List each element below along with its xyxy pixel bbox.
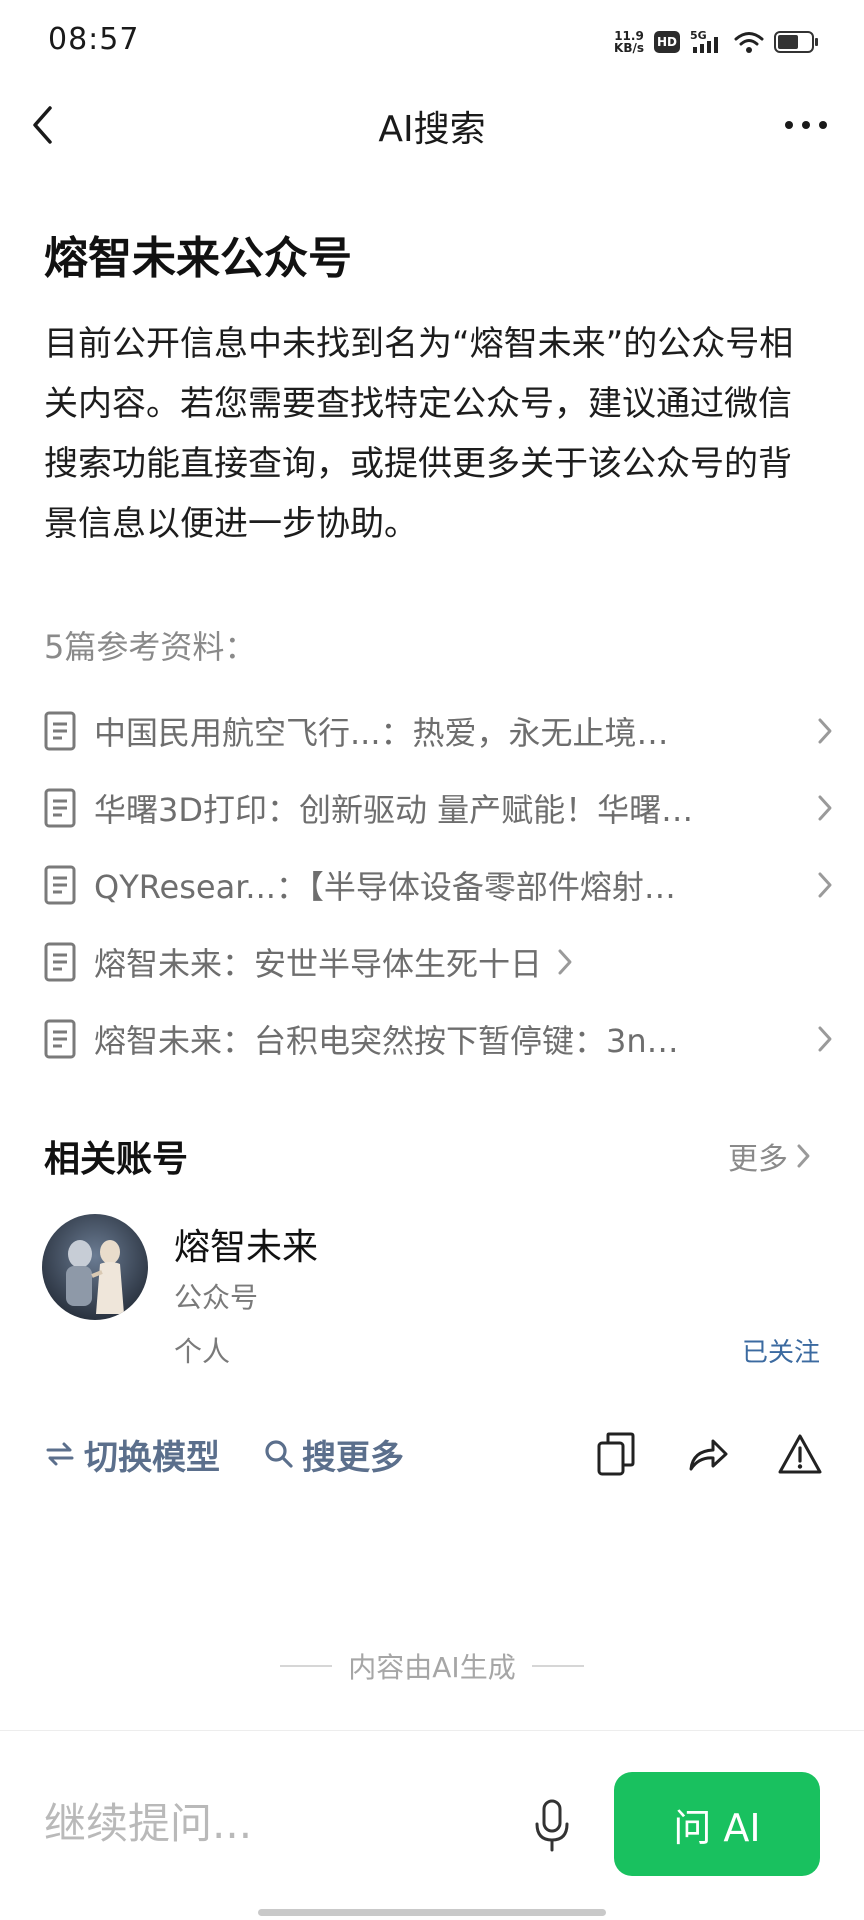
follow-up-input[interactable]: 继续提问... <box>44 1790 252 1851</box>
ask-ai-button[interactable]: 问 AI <box>614 1772 820 1876</box>
ai-generated-note: 内容由AI生成 <box>0 1646 864 1686</box>
swap-icon <box>46 1442 74 1466</box>
voice-input-button[interactable] <box>530 1796 574 1856</box>
document-icon <box>44 942 76 981</box>
chevron-right-icon <box>797 1144 810 1168</box>
follow-status[interactable]: 已关注 <box>742 1332 820 1369</box>
status-time: 08:57 <box>48 22 140 57</box>
reference-item[interactable]: 华曙3D打印：创新驱动 量产赋能！华曙… <box>44 769 834 846</box>
reference-title: QYResear...：【半导体设备零部件熔射… <box>94 867 676 906</box>
status-icons: 11.9 KB/s HD 5G <box>614 22 818 62</box>
divider <box>531 1665 584 1667</box>
reference-title: 熔智未来：台积电突然按下暂停键：3n… <box>94 1021 679 1060</box>
hd-badge: HD <box>654 31 680 53</box>
network-type: 5G <box>690 29 707 42</box>
reference-title: 中国民用航空飞行...：热爱，永无止境… <box>94 713 669 752</box>
references-heading: 5篇参考资料： <box>44 628 257 666</box>
answer-title: 熔智未来公众号 <box>44 233 352 284</box>
chevron-right-icon <box>818 795 832 820</box>
account-owner: 个人 <box>174 1335 231 1368</box>
ai-generated-label: 内容由AI生成 <box>348 1651 516 1684</box>
account-name[interactable]: 熔智未来 <box>174 1218 318 1270</box>
reference-item[interactable]: 熔智未来：安世半导体生死十日 <box>44 923 834 1000</box>
chevron-right-icon <box>818 718 832 743</box>
copy-button[interactable] <box>592 1430 640 1478</box>
account-type: 公众号 <box>174 1281 259 1314</box>
reference-item[interactable]: 中国民用航空飞行...：热爱，永无止境… <box>44 692 834 769</box>
switch-model-button[interactable]: 切换模型 <box>44 1430 220 1479</box>
divider <box>0 1730 864 1731</box>
related-accounts-heading: 相关账号 <box>44 1139 189 1180</box>
document-icon <box>44 788 76 827</box>
reference-title: 华曙3D打印：创新驱动 量产赋能！华曙… <box>94 790 694 829</box>
answer-body: 目前公开信息中未找到名为“熔智未来”的公众号相关内容。若您需要查找特定公众号，建… <box>44 324 794 544</box>
microphone-icon <box>535 1799 569 1852</box>
reference-item[interactable]: QYResear...：【半导体设备零部件熔射… <box>44 846 834 923</box>
share-button[interactable] <box>684 1430 732 1478</box>
tool-row <box>592 1424 824 1484</box>
page-title: AI搜索 <box>378 109 486 150</box>
more-label: 更多 <box>728 1142 788 1177</box>
report-button[interactable] <box>776 1430 824 1478</box>
chevron-right-icon <box>558 949 572 974</box>
more-button[interactable] <box>776 100 836 150</box>
battery-icon <box>774 31 818 53</box>
more-horizontal-icon <box>785 121 827 129</box>
switch-model-label: 切换模型 <box>84 1437 220 1478</box>
wifi-icon <box>734 32 764 53</box>
more-accounts-link[interactable]: 更多 <box>728 1134 812 1178</box>
search-more-button[interactable]: 搜更多 <box>264 1430 404 1479</box>
reference-item[interactable]: 熔智未来：台积电突然按下暂停键：3n… <box>44 1000 834 1077</box>
document-icon <box>44 865 76 904</box>
warning-icon <box>778 1434 822 1474</box>
avatar-image <box>42 1214 148 1320</box>
share-icon <box>689 1439 728 1471</box>
action-row: 切换模型 搜更多 <box>44 1424 404 1484</box>
chevron-right-icon <box>818 872 832 897</box>
reference-title: 熔智未来：安世半导体生死十日 <box>94 944 543 983</box>
home-indicator[interactable] <box>258 1909 606 1916</box>
net-speed: 11.9 KB/s <box>614 29 644 55</box>
search-icon <box>265 1440 293 1468</box>
chevron-right-icon <box>818 1026 832 1051</box>
search-more-label: 搜更多 <box>302 1437 404 1478</box>
document-icon <box>44 711 76 750</box>
document-icon <box>44 1019 76 1058</box>
signal-icon: 5G <box>690 29 718 53</box>
references-list: 中国民用航空飞行...：热爱，永无止境… 华曙3D打印：创新驱动 量产赋能！华曙… <box>44 692 834 1077</box>
divider <box>280 1665 333 1667</box>
copy-icon <box>597 1432 635 1476</box>
avatar[interactable] <box>42 1214 148 1320</box>
